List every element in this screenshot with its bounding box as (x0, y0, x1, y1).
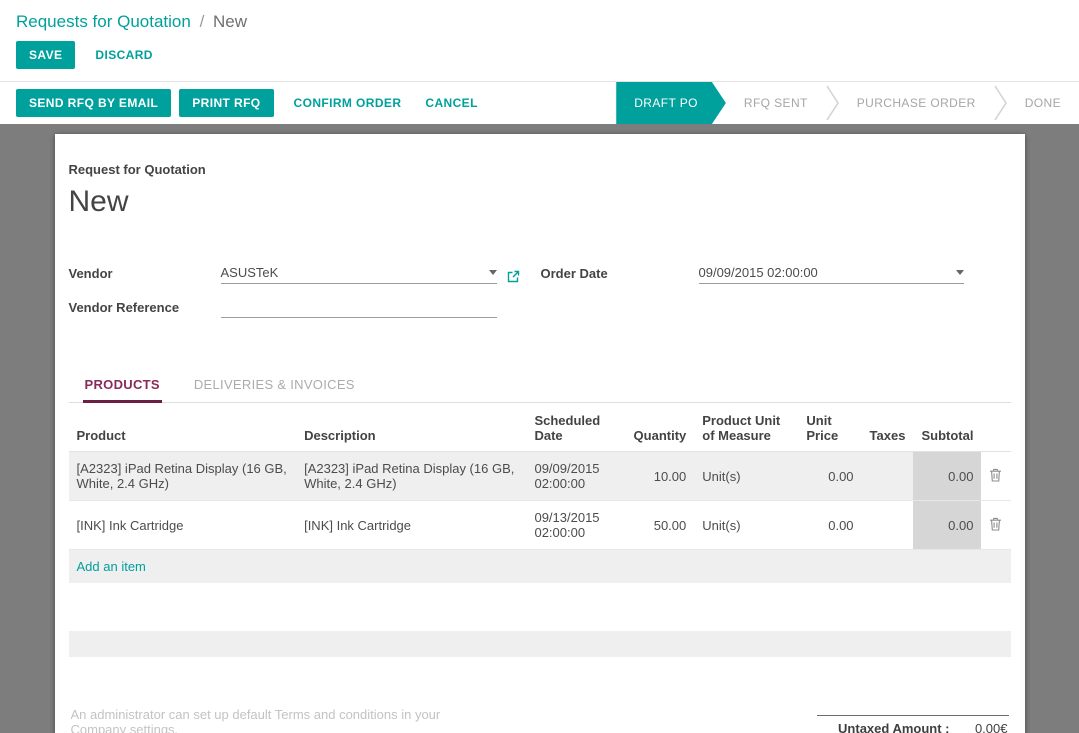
order-lines-table: Product Description Scheduled Date Quant… (69, 403, 1011, 583)
column-header-subtotal: Subtotal (913, 403, 981, 452)
untaxed-amount-label: Untaxed Amount : (838, 721, 963, 733)
table-row: [INK] Ink Cartridge [INK] Ink Cartridge … (69, 501, 1011, 550)
save-toolbar: SAVE DISCARD (0, 37, 1079, 81)
status-step-purchase-order[interactable]: PURCHASE ORDER (839, 82, 994, 124)
cell-uom[interactable]: Unit(s) (694, 452, 798, 501)
cell-subtotal: 0.00 (913, 452, 981, 501)
send-rfq-by-email-button[interactable]: SEND RFQ BY EMAIL (16, 89, 171, 117)
statusbar: DRAFT PO RFQ SENT PURCHASE ORDER DONE (616, 82, 1079, 124)
terms-and-conditions (71, 707, 497, 733)
breadcrumb-separator: / (200, 12, 205, 31)
page-title: New (69, 185, 1011, 219)
cell-description[interactable]: [A2323] iPad Retina Display (16 GB, Whit… (296, 452, 526, 501)
vendor-reference-label: Vendor Reference (69, 300, 221, 318)
notebook-tabs: PRODUCTS DELIVERIES & INVOICES (69, 368, 1011, 403)
status-step-rfq-sent[interactable]: RFQ SENT (726, 82, 826, 124)
chevron-down-icon[interactable] (956, 270, 964, 275)
cell-subtotal: 0.00 (913, 501, 981, 550)
confirm-order-button[interactable]: CONFIRM ORDER (290, 89, 406, 117)
column-header-description: Description (296, 403, 526, 452)
save-button[interactable]: SAVE (16, 41, 75, 69)
untaxed-amount-row: Untaxed Amount : 0.00€ (817, 715, 1009, 733)
column-header-scheduled-date: Scheduled Date (526, 403, 625, 452)
sheet-subtitle: Request for Quotation (69, 162, 1011, 177)
form-fields: Vendor ASUSTeK Vendor Reference (69, 265, 1011, 334)
status-step-draft-po[interactable]: DRAFT PO (616, 82, 726, 124)
cell-unit-price[interactable]: 0.00 (798, 501, 861, 550)
breadcrumb-root[interactable]: Requests for Quotation (16, 12, 191, 31)
print-rfq-button[interactable]: PRINT RFQ (179, 89, 273, 117)
status-step-label: RFQ SENT (744, 96, 808, 110)
add-an-item-link[interactable]: Add an item (77, 559, 146, 574)
sheet-footer: Untaxed Amount : 0.00€ Taxes : 0.00€ Tot… (69, 707, 1011, 733)
order-date-field[interactable]: 09/09/2015 02:00:00 (699, 265, 964, 284)
external-link-icon[interactable] (506, 269, 521, 284)
column-header-quantity: Quantity (626, 403, 695, 452)
action-buttons: SEND RFQ BY EMAIL PRINT RFQ CONFIRM ORDE… (0, 82, 482, 124)
tab-products[interactable]: PRODUCTS (83, 368, 162, 403)
discard-button[interactable]: DISCARD (91, 41, 156, 69)
column-header-taxes: Taxes (862, 403, 914, 452)
column-header-unit-price: Unit Price (798, 403, 861, 452)
cell-product[interactable]: [A2323] iPad Retina Display (16 GB, Whit… (69, 452, 297, 501)
delete-row-icon[interactable] (981, 452, 1010, 501)
add-item-row: Add an item (69, 550, 1011, 584)
cancel-button[interactable]: CANCEL (421, 89, 481, 117)
vendor-field[interactable]: ASUSTeK (221, 265, 497, 284)
chevron-separator-icon (826, 83, 839, 123)
status-step-label: DRAFT PO (634, 96, 698, 110)
delete-row-icon[interactable] (981, 501, 1010, 550)
content-background: Request for Quotation New Vendor ASUSTeK… (0, 124, 1079, 733)
cell-product[interactable]: [INK] Ink Cartridge (69, 501, 297, 550)
top-header: Requests for Quotation / New SAVE DISCAR… (0, 0, 1079, 81)
status-step-label: PURCHASE ORDER (857, 96, 976, 110)
cell-uom[interactable]: Unit(s) (694, 501, 798, 550)
column-header-product: Product (69, 403, 297, 452)
order-date-value: 09/09/2015 02:00:00 (699, 265, 818, 280)
empty-section-strip (69, 631, 1011, 657)
status-step-done[interactable]: DONE (1007, 82, 1079, 124)
column-header-actions (981, 403, 1010, 452)
table-row: [A2323] iPad Retina Display (16 GB, Whit… (69, 452, 1011, 501)
vendor-label: Vendor (69, 266, 221, 284)
terms-textarea[interactable] (71, 707, 497, 733)
cell-unit-price[interactable]: 0.00 (798, 452, 861, 501)
status-step-label: DONE (1025, 96, 1061, 110)
cell-taxes[interactable] (862, 501, 914, 550)
tab-deliveries-invoices[interactable]: DELIVERIES & INVOICES (192, 368, 357, 402)
untaxed-amount-value: 0.00€ (964, 721, 1008, 733)
cell-scheduled-date[interactable]: 09/13/2015 02:00:00 (526, 501, 625, 550)
breadcrumb-current: New (213, 12, 247, 31)
cell-scheduled-date[interactable]: 09/09/2015 02:00:00 (526, 452, 625, 501)
chevron-separator-icon (994, 83, 1007, 123)
cell-quantity[interactable]: 10.00 (626, 452, 695, 501)
breadcrumb: Requests for Quotation / New (0, 0, 1079, 37)
cell-description[interactable]: [INK] Ink Cartridge (296, 501, 526, 550)
vendor-value: ASUSTeK (221, 265, 279, 280)
vendor-reference-field[interactable] (221, 300, 497, 318)
cell-taxes[interactable] (862, 452, 914, 501)
action-bar: SEND RFQ BY EMAIL PRINT RFQ CONFIRM ORDE… (0, 82, 1079, 124)
totals: Untaxed Amount : 0.00€ Taxes : 0.00€ Tot… (817, 715, 1009, 733)
column-header-uom: Product Unit of Measure (694, 403, 798, 452)
cell-quantity[interactable]: 50.00 (626, 501, 695, 550)
order-date-label: Order Date (541, 266, 699, 284)
chevron-down-icon[interactable] (489, 270, 497, 275)
table-header-row: Product Description Scheduled Date Quant… (69, 403, 1011, 452)
form-sheet: Request for Quotation New Vendor ASUSTeK… (55, 134, 1025, 733)
